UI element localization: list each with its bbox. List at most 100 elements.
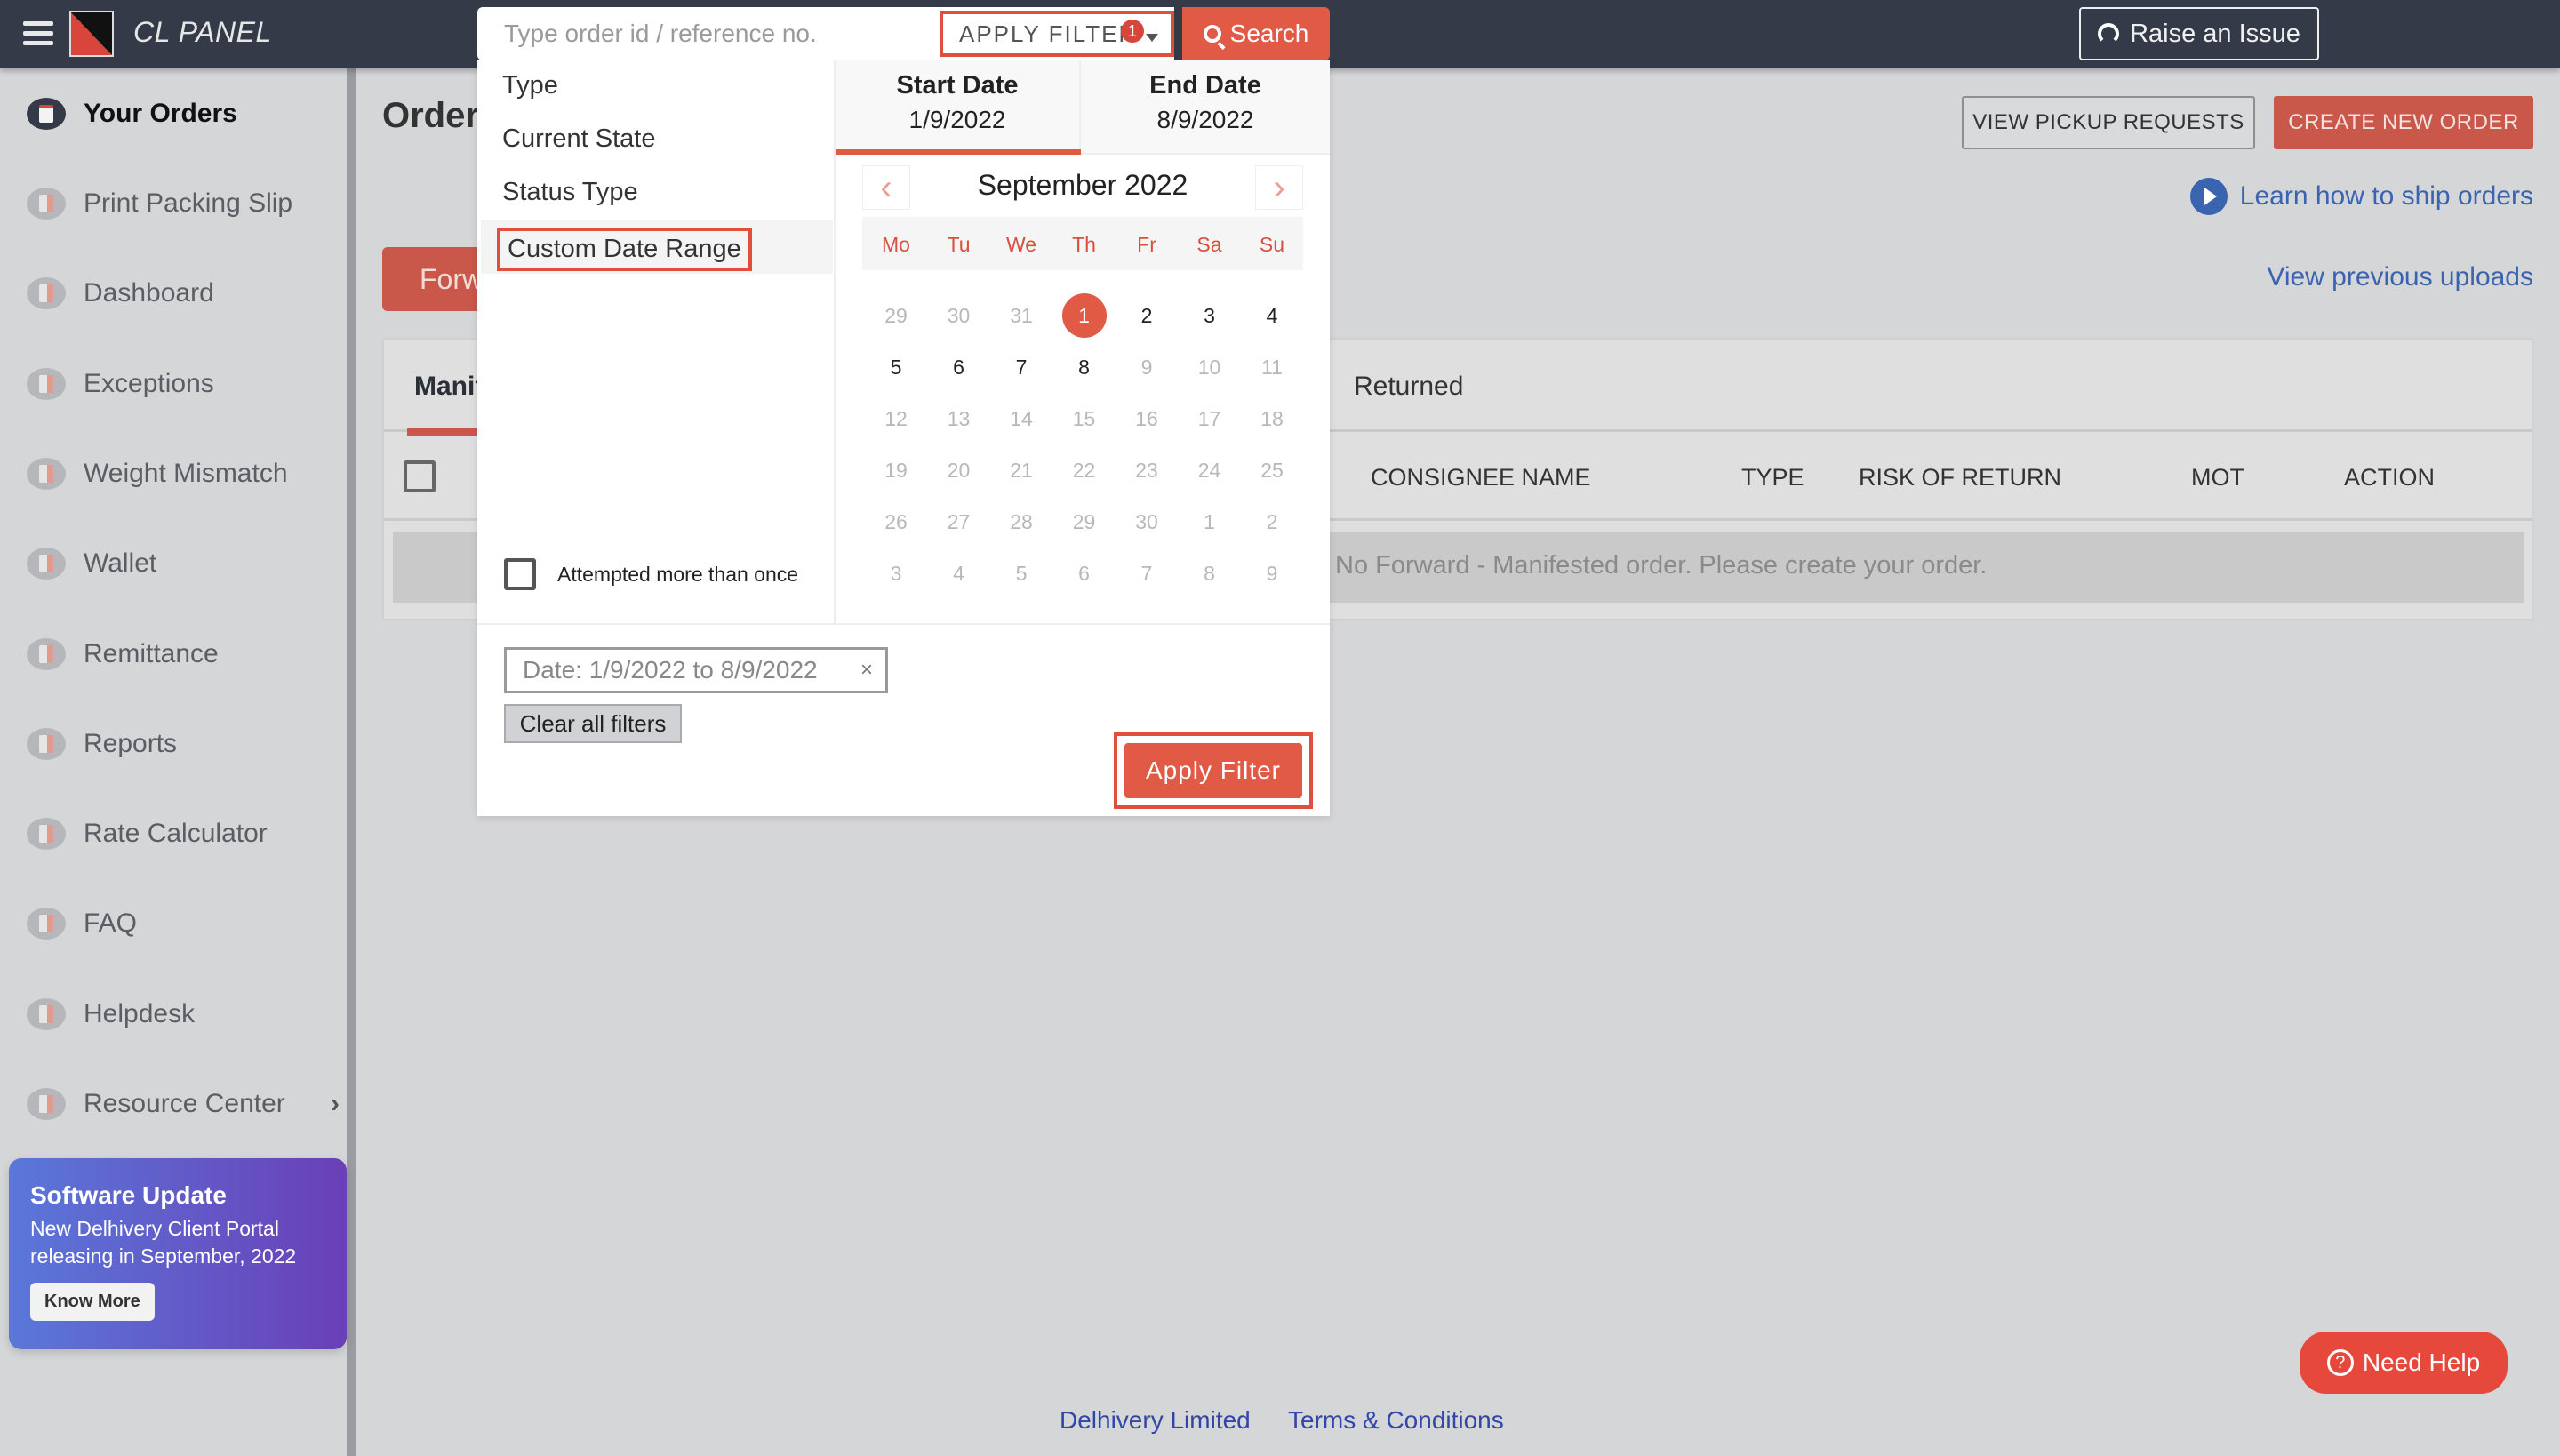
- calendar-day[interactable]: 14: [999, 396, 1044, 441]
- sidebar-item-exceptions[interactable]: Exceptions: [27, 362, 347, 406]
- filter-option-custom-date-range[interactable]: Custom Date Range: [497, 228, 752, 271]
- calendar-day[interactable]: 9: [1250, 551, 1294, 596]
- calendar-day[interactable]: 7: [1124, 551, 1169, 596]
- calendar-day[interactable]: 18: [1250, 396, 1294, 441]
- calendar-day[interactable]: 23: [1124, 448, 1169, 492]
- attempted-more-than-once-checkbox[interactable]: Attempted more than once: [504, 558, 798, 590]
- attempted-label: Attempted more than once: [557, 562, 799, 586]
- start-date-value: 1/9/2022: [908, 106, 1006, 133]
- calendar-day[interactable]: 4: [1250, 293, 1294, 338]
- select-all-checkbox[interactable]: [404, 460, 436, 492]
- filter-option-status-type[interactable]: Status Type: [502, 178, 638, 207]
- column-type: TYPE: [1741, 464, 1804, 491]
- calendar-day[interactable]: 30: [937, 293, 981, 338]
- weekday-label: Su: [1259, 233, 1285, 256]
- calendar-day[interactable]: 27: [937, 500, 981, 544]
- chevron-right-icon[interactable]: ›: [331, 1089, 340, 1119]
- sidebar-item-label: Print Packing Slip: [84, 188, 293, 218]
- sidebar-item-label: Resource Center: [84, 1089, 285, 1118]
- tab-returned[interactable]: Returned: [1354, 372, 1463, 402]
- search-box: [477, 7, 940, 60]
- calendar-day[interactable]: 20: [937, 448, 981, 492]
- sidebar-item-label: Your Orders: [84, 99, 237, 128]
- calendar-day[interactable]: 31: [999, 293, 1044, 338]
- calendar-day[interactable]: 12: [874, 396, 918, 441]
- calendar-day[interactable]: 1: [1188, 500, 1232, 544]
- calendar-day[interactable]: 29: [1062, 500, 1107, 544]
- chat-icon: [27, 908, 66, 940]
- calendar-day[interactable]: 15: [1062, 396, 1107, 441]
- order-search-input[interactable]: [477, 7, 940, 60]
- sidebar-item-helpdesk[interactable]: Helpdesk: [27, 992, 347, 1036]
- apply-filter-dropdown[interactable]: APPLY FILTER 1: [940, 7, 1174, 60]
- apply-filter-button[interactable]: Apply Filter: [1124, 743, 1302, 798]
- view-pickup-requests-button[interactable]: VIEW PICKUP REQUESTS: [1962, 96, 2255, 149]
- calendar-day[interactable]: 17: [1188, 396, 1232, 441]
- end-date-tab[interactable]: End Date 8/9/2022: [1083, 60, 1328, 155]
- calendar-day[interactable]: 8: [1188, 551, 1232, 596]
- learn-how-to-ship-link[interactable]: Learn how to ship orders: [2189, 178, 2533, 215]
- sidebar-item-print-packing-slip[interactable]: Print Packing Slip: [27, 181, 347, 226]
- sidebar-item-wallet[interactable]: Wallet: [27, 541, 347, 586]
- filter-options: Type Current State Status Type Custom Da…: [477, 60, 836, 623]
- know-more-button[interactable]: Know More: [30, 1283, 155, 1321]
- footer-link-terms[interactable]: Terms & Conditions: [1288, 1406, 1504, 1435]
- brand-name: CL PANEL: [133, 16, 272, 48]
- calendar-day[interactable]: 5: [874, 345, 918, 389]
- footer-link-delhivery[interactable]: Delhivery Limited: [1060, 1406, 1251, 1435]
- search-button[interactable]: Search: [1182, 7, 1330, 60]
- filter-option-current-state[interactable]: Current State: [502, 124, 655, 154]
- calendar-day[interactable]: 6: [1062, 551, 1107, 596]
- calendar-day[interactable]: 30: [1124, 500, 1169, 544]
- calendar-day[interactable]: 22: [1062, 448, 1107, 492]
- calendar-day[interactable]: 13: [937, 396, 981, 441]
- calendar-day-selected[interactable]: 1: [1061, 293, 1107, 338]
- calendar-day[interactable]: 2: [1250, 500, 1294, 544]
- sidebar-item-resource-center[interactable]: Resource Center ›: [27, 1082, 347, 1126]
- apply-filter-highlight: Apply Filter: [1114, 732, 1313, 809]
- sidebar-item-rate-calculator[interactable]: Rate Calculator: [27, 812, 347, 856]
- calendar-day[interactable]: 9: [1124, 345, 1169, 389]
- calendar-day[interactable]: 3: [1188, 293, 1232, 338]
- calendar-day[interactable]: 5: [999, 551, 1044, 596]
- promo-title: Software Update: [30, 1181, 227, 1209]
- filter-option-type[interactable]: Type: [502, 71, 558, 100]
- sidebar-item-your-orders[interactable]: Your Orders: [27, 92, 347, 136]
- calendar-day[interactable]: 4: [937, 551, 981, 596]
- start-date-tab[interactable]: Start Date 1/9/2022: [836, 60, 1081, 155]
- column-consignee-name: CONSIGNEE NAME: [1371, 464, 1591, 491]
- create-new-order-button[interactable]: CREATE NEW ORDER: [2274, 96, 2533, 149]
- calendar-day[interactable]: 8: [1062, 345, 1107, 389]
- active-filter-chip-label: Date: 1/9/2022 to 8/9/2022: [523, 656, 818, 684]
- sidebar-scrollbar[interactable]: [347, 68, 356, 1456]
- need-help-button[interactable]: ? Need Help: [2300, 1332, 2508, 1394]
- raise-issue-button[interactable]: Raise an Issue: [2079, 7, 2319, 60]
- calendar-day[interactable]: 28: [999, 500, 1044, 544]
- sidebar-item-dashboard[interactable]: Dashboard: [27, 271, 347, 316]
- sidebar-item-weight-mismatch[interactable]: Weight Mismatch: [27, 452, 347, 496]
- hamburger-menu-icon[interactable]: [23, 21, 53, 46]
- calendar-day[interactable]: 6: [937, 345, 981, 389]
- calendar-day[interactable]: 11: [1250, 345, 1294, 389]
- sidebar-item-remittance[interactable]: Remittance: [27, 632, 347, 676]
- calendar-day[interactable]: 21: [999, 448, 1044, 492]
- calendar-day[interactable]: 24: [1188, 448, 1232, 492]
- remove-filter-icon[interactable]: ×: [860, 658, 873, 683]
- calendar-day[interactable]: 16: [1124, 396, 1169, 441]
- sidebar-item-reports[interactable]: Reports: [27, 722, 347, 766]
- column-action: ACTION: [2344, 464, 2436, 491]
- calendar-day[interactable]: 10: [1188, 345, 1232, 389]
- next-month-chevron-icon[interactable]: ›: [1255, 165, 1303, 210]
- calendar-day[interactable]: 3: [874, 551, 918, 596]
- calendar-day[interactable]: 26: [874, 500, 918, 544]
- sidebar-item-label: Weight Mismatch: [84, 459, 288, 488]
- sidebar-item-faq[interactable]: FAQ: [27, 901, 347, 946]
- view-previous-uploads-link[interactable]: View previous uploads: [2267, 262, 2533, 292]
- calendar-day[interactable]: 2: [1124, 293, 1169, 338]
- clear-all-filters-button[interactable]: Clear all filters: [504, 704, 682, 743]
- calendar-day[interactable]: 19: [874, 448, 918, 492]
- calendar-day[interactable]: 29: [874, 293, 918, 338]
- wallet-icon: [27, 548, 66, 580]
- calendar-day[interactable]: 7: [999, 345, 1044, 389]
- calendar-day[interactable]: 25: [1250, 448, 1294, 492]
